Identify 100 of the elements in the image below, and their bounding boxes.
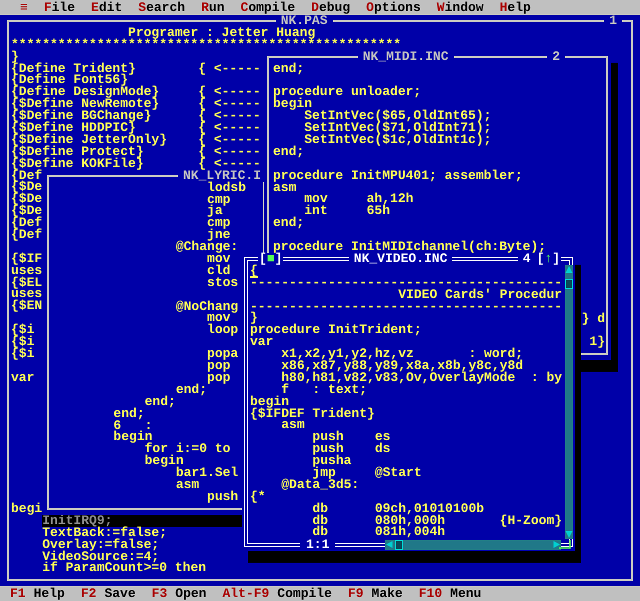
code-line: end; <box>176 384 208 396</box>
code-line: {$EN <box>11 300 42 312</box>
code-line: {$EL <box>11 276 42 288</box>
window-title: NK_LYRIC.I <box>178 170 266 182</box>
code-line: stos <box>207 276 238 289</box>
scroll-thumb[interactable] <box>565 278 573 289</box>
code-line: mov ah,12h <box>304 193 414 206</box>
code-line: {$IF <box>11 252 42 265</box>
code-line: cld <box>207 264 230 277</box>
code-line: pop <box>207 372 230 384</box>
code-line: begin <box>273 98 312 110</box>
code-line: db 080h,000h {H-Zoom} <box>312 514 562 526</box>
code-line: db 081h,004h <box>312 526 446 538</box>
code-line: begin <box>113 431 152 444</box>
code-line: uses <box>11 264 42 277</box>
code-line: ja <box>207 205 223 218</box>
window-number: 4 <box>518 253 536 265</box>
code-line: popa <box>207 348 238 360</box>
window-title: NK_VIDEO.INC <box>348 253 452 265</box>
code-line: VIDEO Cards' Procedur <box>398 288 562 301</box>
code-line: Programer : Jetter Huang <box>128 26 316 39</box>
code-line: end; <box>144 396 176 408</box>
code-line: {$i <box>11 324 34 336</box>
code-line: f : text; <box>281 384 368 396</box>
code-line: x1,x2,y1,y2,hz,vz : word; <box>281 348 524 360</box>
close-button[interactable]: [■] <box>258 253 284 265</box>
code-line: TextBack:=false; <box>42 526 168 539</box>
zoom-button[interactable]: [↑] <box>536 253 561 265</box>
code-line: {Define Trident} { <----- <box>11 62 261 74</box>
window-number: 1 <box>604 15 622 27</box>
shortcut-hint[interactable]: F1 Help <box>10 586 65 601</box>
code-line: push ds <box>312 443 390 456</box>
code-line: bar1.Sel <box>176 467 238 479</box>
code-line: for i:=0 to <box>144 443 230 456</box>
code-line: 1} <box>589 336 605 348</box>
code-line: SetIntVec($65,OldInt65); <box>304 110 492 122</box>
code-line: asm <box>281 419 305 432</box>
menu-item[interactable]: Window <box>436 0 484 15</box>
code-line: if ParamCount>=0 then <box>42 562 206 574</box>
code-line: end; <box>273 217 304 230</box>
resize-corner-icon[interactable] <box>559 540 571 548</box>
code-line: asm <box>176 478 200 491</box>
code-line: {$i <box>11 348 34 360</box>
code-line: begi <box>11 502 42 515</box>
window-number: 2 <box>547 50 566 63</box>
code-line: procedure InitMPU401; assembler; <box>273 170 523 182</box>
code-line: {$Define Protect} { <----- <box>11 146 261 158</box>
code-line: cmp <box>207 194 230 206</box>
menu-item[interactable]: File <box>44 0 76 15</box>
code-line: ---------------------------------------- <box>250 300 562 312</box>
menu-item[interactable]: Debug <box>311 0 350 15</box>
shortcut-hint[interactable]: Alt-F9 Compile <box>222 586 332 601</box>
menu-item[interactable]: Search <box>138 0 186 15</box>
code-line: jmp @Start <box>312 467 422 479</box>
shortcut-hint[interactable]: F10 Menu <box>418 586 482 601</box>
code-line: pusha <box>312 455 352 468</box>
shortcut-hint[interactable]: F9 Make <box>348 586 403 601</box>
right-arrow-icon[interactable] <box>553 540 561 549</box>
code-line: {$Define KOKFile} { <----- <box>11 158 261 170</box>
code-line: {$IFDEF Trident} <box>250 408 375 420</box>
code-line: end; <box>273 146 304 158</box>
code-line: h80,h81,v82,v83,Ov,OverlayMode : by <box>281 372 562 384</box>
code-line: {$Define JetterOnly} { <----- <box>11 134 261 146</box>
code-line: var <box>250 336 274 348</box>
code-line: var <box>11 372 34 384</box>
code-line: {* <box>250 490 266 503</box>
scroll-thumb[interactable] <box>395 540 403 550</box>
code-line: VideoSource:=4; <box>42 550 160 562</box>
code-line: push <box>207 490 238 503</box>
code-line: {Define Font56} <box>11 74 128 86</box>
vertical-scrollbar[interactable] <box>565 264 573 539</box>
code-line: @Data_3d5: <box>281 478 360 491</box>
code-line: @NoChang <box>176 300 238 312</box>
shortcut-hint[interactable]: F2 Save <box>80 586 136 601</box>
code-line: SetIntVec($1c,OldInt1c); <box>304 134 492 146</box>
code-line: procedure InitMIDIchannel(ch:Byte); <box>273 241 546 253</box>
horizontal-scrollbar[interactable] <box>385 540 561 550</box>
code-line: {Define DesignMode} { <----- <box>11 86 261 98</box>
code-line: mov <box>207 312 230 324</box>
code-line: procedure unloader; <box>273 86 422 98</box>
code-line: } <box>11 50 19 63</box>
code-line: begin <box>144 455 184 468</box>
shortcut-hint[interactable]: F3 Open <box>152 586 206 601</box>
menu-item[interactable]: Run <box>201 0 224 15</box>
code-line: {$i <box>11 336 34 348</box>
code-line: int 65h <box>304 205 390 218</box>
code-line: loop <box>207 324 238 336</box>
menu-item[interactable]: Edit <box>91 0 122 15</box>
code-line: mov <box>207 253 230 265</box>
code-line: {$De <box>11 181 42 194</box>
menu-item[interactable]: Options <box>366 0 421 15</box>
code-line: pop <box>207 360 230 372</box>
code-line: {$Define BGChange} { <----- <box>11 110 261 122</box>
code-line: {$Define HDDPIC} { <----- <box>11 122 261 134</box>
code-line: procedure InitTrident; <box>250 324 422 336</box>
menu-item[interactable]: ≡ <box>20 0 28 15</box>
code-line: end; <box>113 408 145 420</box>
up-arrow-icon[interactable] <box>565 264 573 274</box>
menu-item[interactable]: Compile <box>240 0 296 15</box>
menu-item[interactable]: Help <box>500 0 531 15</box>
